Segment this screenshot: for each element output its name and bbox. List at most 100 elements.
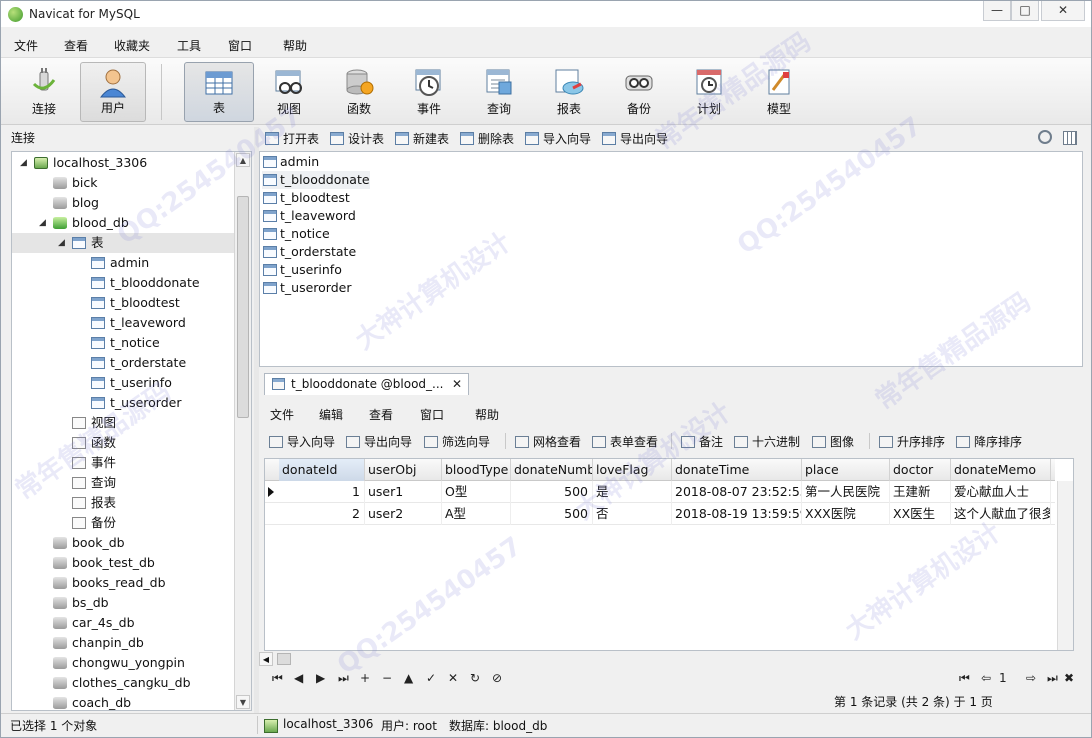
column-header[interactable]: place [802, 459, 890, 481]
expand-arrow-icon[interactable]: ◢ [39, 213, 49, 233]
table-cell[interactable]: 1 [279, 481, 365, 503]
grid-vertical-scrollbar[interactable] [1057, 481, 1073, 650]
table-list-item[interactable]: admin [262, 153, 319, 171]
toolbar-schedule-button[interactable]: 计划 [676, 62, 742, 122]
tree-item[interactable]: chanpin_db [12, 633, 234, 653]
tree-item[interactable]: coach_db [12, 693, 234, 710]
column-header[interactable]: donateTime [672, 459, 802, 481]
toolbar-model-button[interactable]: 模型 [746, 62, 812, 122]
toolbar-query-button[interactable]: 查询 [466, 62, 532, 122]
table-cell[interactable]: 第一人民医院 [802, 481, 890, 503]
next-record-button[interactable]: ▶ [316, 671, 325, 685]
data-grid[interactable]: donateId userObj bloodType donateNumb loveFl… [264, 458, 1074, 651]
table-list-item[interactable]: t_userinfo [262, 261, 342, 279]
editor-menu-view[interactable]: 查看 [369, 406, 393, 423]
table-cell[interactable]: XXX医院 [802, 503, 890, 525]
first-page-button[interactable]: ⏮ [959, 671, 970, 686]
tree-item[interactable]: clothes_cangku_db [12, 673, 234, 693]
tree-item[interactable]: t_orderstate [12, 353, 234, 373]
prev-record-button[interactable]: ◀ [294, 671, 303, 685]
table-cell[interactable]: A型 [442, 503, 511, 525]
tree-item[interactable]: t_leaveword [12, 313, 234, 333]
column-header[interactable]: doctor [890, 459, 951, 481]
tree-item[interactable]: ◢ 表 [12, 233, 234, 253]
table-list-item[interactable]: t_bloodtest [262, 189, 350, 207]
cancel-button[interactable]: ✕ [448, 671, 458, 685]
editor-menu-window[interactable]: 窗口 [420, 406, 444, 423]
tree-item[interactable]: t_notice [12, 333, 234, 353]
tree-item[interactable]: 函数 [12, 433, 234, 453]
scroll-left-button[interactable]: ◀ [259, 652, 273, 666]
prev-page-button[interactable]: ⇦ [981, 671, 991, 685]
table-cell[interactable]: 爱心献血人士 [951, 481, 1051, 503]
search-icon[interactable] [1038, 130, 1052, 144]
table-cell[interactable]: 500 [511, 481, 593, 503]
editor-tab[interactable]: t_blooddonate @blood_... ✕ [264, 373, 469, 395]
table-list-item[interactable]: t_leaveword [262, 207, 356, 225]
scroll-up-button[interactable]: ▲ [236, 153, 250, 167]
table-cell[interactable]: 2 [279, 503, 365, 525]
hscroll-thumb[interactable] [277, 653, 291, 665]
tree-item[interactable]: blog [12, 193, 234, 213]
design-table-button[interactable]: 设计表 [330, 131, 384, 147]
tree-item[interactable]: ◢ localhost_3306 [12, 153, 234, 173]
tree-item[interactable]: 事件 [12, 453, 234, 473]
toolbar-function-button[interactable]: 函数 [326, 62, 392, 122]
tree-item[interactable]: books_read_db [12, 573, 234, 593]
export-wizard-button[interactable]: 导出向导 [346, 433, 412, 450]
open-table-button[interactable]: 打开表 [265, 131, 319, 147]
tree-item[interactable]: bs_db [12, 593, 234, 613]
menu-favorites[interactable]: 收藏夹 [114, 37, 150, 54]
tree-item[interactable]: car_4s_db [12, 613, 234, 633]
toolbar-view-button[interactable]: 视图 [256, 62, 322, 122]
stop-button[interactable]: ⊘ [492, 671, 502, 685]
toolbar-connect-button[interactable]: 连接 [11, 62, 77, 122]
view-mode-icon[interactable] [1063, 131, 1077, 145]
table-cell[interactable]: 否 [593, 503, 672, 525]
settings-icon[interactable]: ✖ [1064, 671, 1074, 685]
tree-item[interactable]: 查询 [12, 473, 234, 493]
table-list-item[interactable]: t_notice [262, 225, 330, 243]
close-button[interactable]: ✕ [1041, 1, 1085, 21]
scroll-down-button[interactable]: ▼ [236, 695, 250, 709]
editor-menu-help[interactable]: 帮助 [475, 406, 499, 423]
export-wizard-button[interactable]: 导出向导 [602, 131, 668, 147]
up-record-button[interactable]: ▲ [404, 671, 413, 685]
table-cell[interactable]: 是 [593, 481, 672, 503]
new-table-button[interactable]: 新建表 [395, 131, 449, 147]
tree-item[interactable]: t_userinfo [12, 373, 234, 393]
table-cell[interactable]: 王建新 [890, 481, 951, 503]
import-wizard-button[interactable]: 导入向导 [269, 433, 335, 450]
tree-item[interactable]: ◢ blood_db [12, 213, 234, 233]
tree-item[interactable]: bick [12, 173, 234, 193]
refresh-button[interactable]: ↻ [470, 671, 480, 685]
last-record-button[interactable]: ⏭ [338, 671, 349, 686]
tree-item[interactable]: 备份 [12, 513, 234, 533]
table-cell[interactable]: O型 [442, 481, 511, 503]
table-cell[interactable]: user2 [365, 503, 442, 525]
tree-scroll-thumb[interactable] [237, 196, 249, 418]
table-row[interactable]: 2 user2 A型 500 否 2018-08-19 13:59:59 XXX医院 XX医生… [265, 503, 1055, 525]
toolbar-user-button[interactable]: 用户 [80, 62, 146, 122]
delete-table-button[interactable]: 删除表 [460, 131, 514, 147]
editor-menu-file[interactable]: 文件 [270, 406, 294, 423]
toolbar-backup-button[interactable]: 备份 [606, 62, 672, 122]
first-record-button[interactable]: ⏮ [272, 671, 283, 686]
grid-view-button[interactable]: 网格查看 [515, 433, 581, 450]
grid-horizontal-scrollbar[interactable]: ◀ [259, 651, 1069, 667]
sort-asc-button[interactable]: 升序排序 [879, 433, 945, 450]
tree-item[interactable]: admin [12, 253, 234, 273]
next-page-button[interactable]: ⇨ [1026, 671, 1036, 685]
table-cell[interactable]: 2018-08-07 23:52:53 [672, 481, 802, 503]
tree-item[interactable]: t_bloodtest [12, 293, 234, 313]
table-list-item[interactable]: t_orderstate [262, 243, 356, 261]
maximize-button[interactable]: □ [1011, 1, 1039, 21]
filter-wizard-button[interactable]: 筛选向导 [424, 433, 490, 450]
toolbar-report-button[interactable]: 报表 [536, 62, 602, 122]
table-cell[interactable]: user1 [365, 481, 442, 503]
column-header[interactable]: loveFlag [593, 459, 672, 481]
expand-arrow-icon[interactable]: ◢ [20, 153, 30, 173]
form-view-button[interactable]: 表单查看 [592, 433, 658, 450]
delete-record-button[interactable]: − [382, 671, 392, 685]
table-cell[interactable]: XX医生 [890, 503, 951, 525]
